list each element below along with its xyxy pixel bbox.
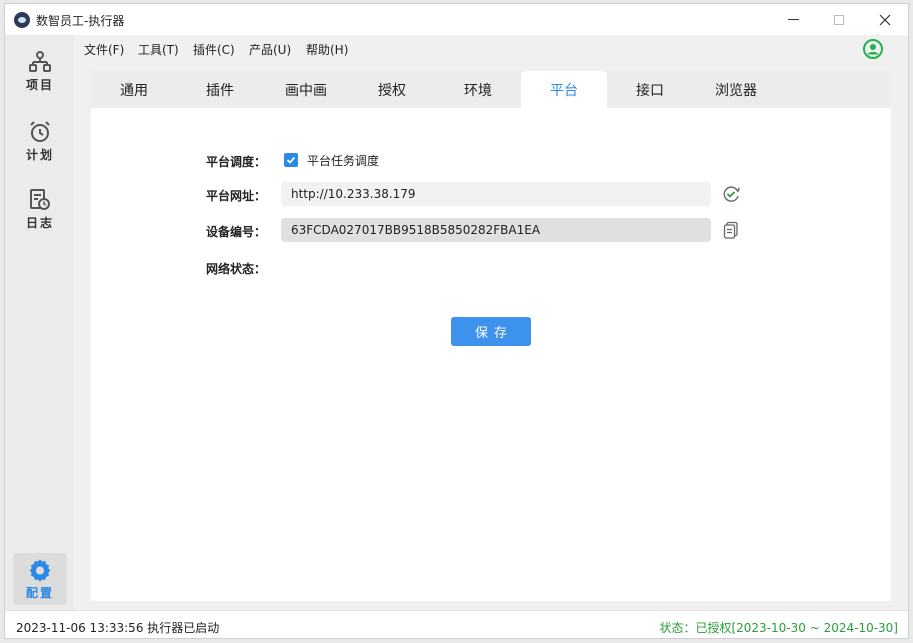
window-title: 数智员工-执行器 [36, 14, 125, 28]
tab-label: 浏览器 [715, 82, 757, 99]
app-logo-icon [14, 12, 30, 28]
project-tree-icon [29, 50, 51, 72]
sidebar-item-label: 日志 [25, 215, 54, 230]
log-history-icon [30, 188, 50, 210]
tab-browser[interactable]: 浏览器 [693, 71, 779, 108]
sidebar-item-log[interactable]: 日志 [13, 183, 67, 235]
sidebar: 项目 计划 日志 配置 [5, 35, 74, 610]
checkmark-icon [286, 156, 296, 164]
network-status-label: 网络状态： [206, 262, 267, 276]
tab-general[interactable]: 通用 [91, 71, 177, 108]
status-log-text: 2023-11-06 13:33:56 执行器已启动 [16, 621, 220, 635]
menu-help[interactable]: 帮助(H) [306, 41, 348, 58]
tab-interface[interactable]: 接口 [607, 71, 693, 108]
tab-pip[interactable]: 画中画 [263, 71, 349, 108]
minimize-icon [787, 19, 799, 20]
sidebar-item-label: 计划 [25, 147, 54, 162]
tab-environment[interactable]: 环境 [435, 71, 521, 108]
menu-product[interactable]: 产品(U) [249, 41, 291, 58]
tab-bar: 通用 插件 画中画 授权 环境 平台 接口 浏览器 [91, 71, 891, 108]
tab-label: 通用 [120, 82, 148, 99]
sidebar-item-label: 配置 [25, 585, 54, 600]
tab-platform[interactable]: 平台 [521, 71, 607, 108]
tab-license[interactable]: 授权 [349, 71, 435, 108]
tab-label: 环境 [464, 82, 492, 99]
title-bar: 数智员工-执行器 [5, 4, 908, 35]
status-bar: 2023-11-06 13:33:56 执行器已启动 状态：已授权[2023-1… [5, 610, 908, 638]
alarm-clock-icon [30, 120, 50, 142]
maximize-button[interactable] [816, 4, 862, 35]
sidebar-item-config[interactable]: 配置 [13, 553, 67, 605]
gear-icon [29, 559, 51, 581]
connection-test-icon[interactable] [721, 184, 741, 204]
sidebar-item-project[interactable]: 项目 [13, 45, 67, 97]
menu-bar: 文件(F) 工具(T) 插件(C) 产品(U) 帮助(H) [74, 35, 908, 63]
save-button[interactable]: 保存 [451, 317, 531, 346]
tab-plugins[interactable]: 插件 [177, 71, 263, 108]
tab-label: 接口 [636, 82, 664, 99]
tab-label: 平台 [550, 82, 578, 99]
close-button[interactable] [862, 4, 908, 35]
schedule-checkbox[interactable] [284, 153, 298, 167]
menu-plugins[interactable]: 插件(C) [193, 41, 235, 58]
platform-settings-panel: 平台调度： 平台任务调度 平台网址： http://10.233.38.179 … [91, 108, 891, 601]
copy-icon[interactable] [721, 220, 741, 240]
device-value: 63FCDA027017BB9518B5850282FBA1EA [291, 223, 541, 237]
close-icon [879, 14, 891, 25]
maximize-icon [834, 14, 844, 25]
app-window: 数智员工-执行器 项目 计划 日志 配置 文件(F) 工具(T) 插件(C) 产… [4, 3, 909, 639]
platform-url-input[interactable]: http://10.233.38.179 [281, 182, 711, 206]
tab-label: 画中画 [285, 82, 327, 99]
url-value: http://10.233.38.179 [291, 187, 416, 201]
device-id-field: 63FCDA027017BB9518B5850282FBA1EA [281, 218, 711, 242]
tab-label: 授权 [378, 82, 406, 99]
schedule-label: 平台调度： [206, 155, 267, 169]
license-status-text: 状态：已授权[2023-10-30 ~ 2024-10-30] [659, 621, 898, 635]
tab-label: 插件 [206, 82, 234, 99]
menu-file[interactable]: 文件(F) [84, 41, 124, 58]
sidebar-item-label: 项目 [25, 77, 54, 92]
sidebar-item-plan[interactable]: 计划 [13, 115, 67, 167]
menu-tools[interactable]: 工具(T) [138, 41, 179, 58]
device-label: 设备编号： [206, 225, 267, 239]
schedule-checkbox-label[interactable]: 平台任务调度 [307, 152, 379, 169]
url-label: 平台网址： [206, 189, 267, 203]
user-avatar-icon[interactable] [863, 39, 883, 59]
minimize-button[interactable] [770, 4, 816, 35]
